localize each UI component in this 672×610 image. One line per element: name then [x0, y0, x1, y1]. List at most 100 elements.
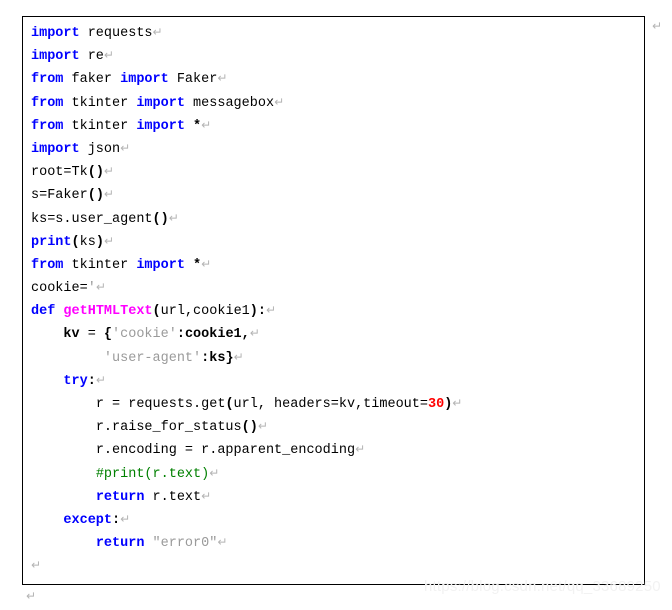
code-token-kw: import	[31, 26, 80, 41]
carriage-return-icon: ↵	[201, 256, 212, 271]
code-token-plain: tkinter	[63, 257, 137, 273]
code-token-bold: :	[87, 373, 96, 389]
carriage-return-icon: ↵	[274, 94, 285, 109]
code-token-kw: print	[31, 234, 72, 250]
code-line: print(ks)↵	[31, 230, 644, 253]
watermark-text: https://blog.csdn.net/qq_33689250	[424, 578, 661, 595]
code-token-kw: import	[31, 49, 80, 65]
code-token-plain: cookie=	[31, 281, 88, 297]
carriage-return-icon: ↵	[95, 280, 106, 295]
code-token-plain: json	[79, 141, 121, 157]
code-token-plain: url, headers=kv,timeout=	[233, 397, 428, 412]
code-token-kw: import	[31, 141, 80, 157]
code-token-bold: cookie1	[184, 327, 242, 343]
code-token-kw: import	[136, 95, 185, 111]
code-token-plain: tkinter	[63, 118, 137, 134]
code-token-plain: root=Tk	[31, 165, 88, 181]
code-line: try:↵	[31, 369, 644, 392]
code-line: import re↵	[31, 44, 644, 67]
code-token-kw: import	[120, 72, 169, 88]
code-token-plain: ks=s.user_agent	[31, 211, 153, 227]
code-token-bold: :	[112, 512, 121, 528]
carriage-return-icon: ↵	[452, 396, 463, 410]
carriage-return-icon: ↵	[120, 511, 131, 526]
code-line: r = requests.get(url, headers=kv,timeout…	[31, 392, 644, 415]
code-token-num: 30	[427, 397, 445, 412]
code-token-plain: =	[79, 327, 104, 343]
carriage-return-icon: ↵	[201, 488, 212, 503]
code-token-bold: (	[71, 234, 80, 250]
code-token-bold: :	[176, 327, 185, 343]
carriage-return-icon: ↵	[26, 589, 37, 603]
code-line: def getHTMLText(url,cookie1):↵	[31, 299, 644, 322]
code-line: from tkinter import messagebox↵	[31, 91, 644, 114]
code-token-plain: messagebox	[184, 95, 275, 111]
code-line: except:↵	[31, 508, 644, 531]
code-token-kw: from	[31, 257, 64, 273]
code-token-str: "error0"	[152, 536, 218, 552]
code-token-bold: ks}	[209, 350, 234, 366]
code-token-kw: except	[63, 512, 113, 528]
code-line: return r.text↵	[31, 485, 644, 508]
code-listing-frame: import requests↵ import re↵ from faker imp…	[22, 16, 645, 585]
carriage-return-icon: ↵	[201, 117, 212, 132]
carriage-return-icon: ↵	[265, 303, 277, 318]
code-token-bold: ,	[241, 327, 250, 343]
code-token-bold: ):	[249, 304, 266, 320]
code-token-str: 'user-agent'	[103, 350, 202, 366]
code-token-plain: r.text	[144, 489, 202, 505]
code-token-plain: Faker	[168, 72, 218, 88]
code-token-plain: r.encoding = r.apparent_encoding	[95, 443, 356, 459]
code-token-bold: (	[225, 397, 234, 412]
code-token-kw: def	[31, 304, 56, 320]
code-token-plain: ks	[79, 234, 96, 250]
code-token-fn: getHTMLText	[63, 304, 153, 320]
code-line: root=Tk()↵	[31, 160, 644, 183]
carriage-return-icon: ↵	[31, 558, 42, 573]
code-line: ↵	[31, 554, 644, 577]
carriage-return-icon: ↵	[95, 372, 106, 387]
code-token-bold: ()	[152, 211, 169, 227]
code-token-bold: kv	[63, 327, 80, 343]
code-token-kw: try	[63, 373, 88, 389]
code-token-kw: return	[95, 536, 145, 552]
carriage-return-icon: ↵	[103, 164, 114, 179]
carriage-return-icon: ↵	[217, 71, 228, 86]
code-token-kw: from	[31, 95, 64, 111]
code-token-bold: )	[95, 234, 104, 250]
code-token-plain: s=Faker	[31, 188, 88, 204]
code-token-bold: ()	[241, 420, 258, 436]
code-token-com: #print(r.text)	[95, 466, 210, 482]
carriage-return-icon: ↵	[209, 465, 220, 480]
code-token-bold: *	[193, 257, 202, 273]
carriage-return-icon: ↵	[103, 233, 114, 248]
code-line: kv = {'cookie':cookie1,↵	[31, 322, 644, 345]
carriage-return-icon: ↵	[103, 187, 114, 202]
code-token-kw: import	[136, 257, 185, 273]
carriage-return-icon: ↵	[249, 326, 260, 341]
code-token-bold: *	[193, 118, 202, 134]
carriage-return-icon: ↵	[152, 25, 163, 39]
code-line: #print(r.text)↵	[31, 462, 644, 485]
code-line: cookie='↵	[31, 276, 644, 299]
code-token-str: '	[87, 281, 96, 297]
carriage-return-icon: ↵	[233, 349, 244, 364]
code-line: r.raise_for_status()↵	[31, 415, 644, 438]
code-line: import requests↵	[31, 21, 644, 44]
code-line: from tkinter import *↵	[31, 253, 644, 276]
carriage-return-icon: ↵	[103, 48, 114, 63]
code-token-plain: faker	[63, 72, 121, 88]
code-token-plain: r = requests.get	[95, 397, 226, 412]
code-token-kw: import	[136, 118, 185, 134]
